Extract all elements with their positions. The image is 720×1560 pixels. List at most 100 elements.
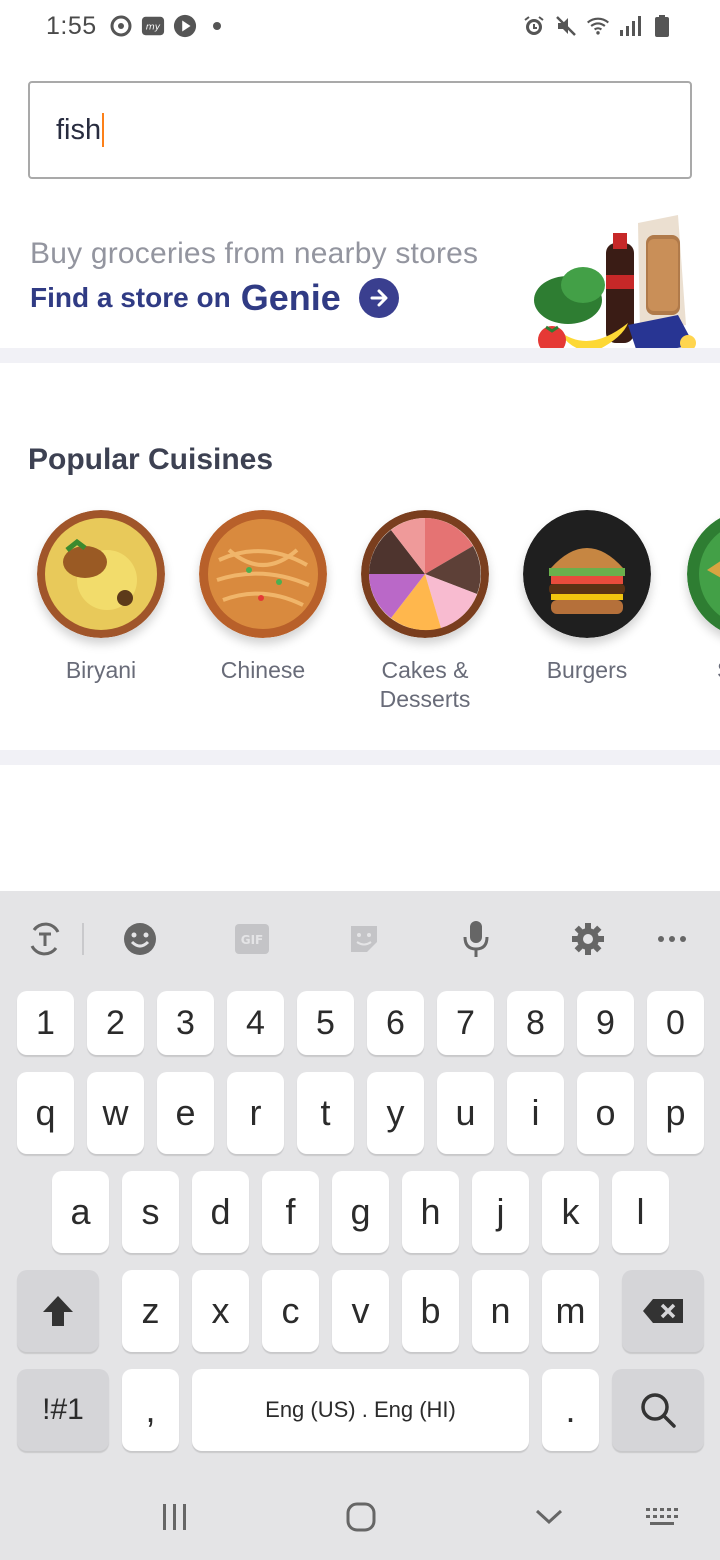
noodles-image [199, 510, 327, 638]
key-9[interactable]: 9 [577, 991, 634, 1055]
key-8[interactable]: 8 [507, 991, 564, 1055]
key-r[interactable]: r [227, 1072, 284, 1154]
search-action-key[interactable] [612, 1369, 704, 1451]
soft-keyboard: GIF 1 2 3 4 5 6 7 8 9 0 q w e r t y u i … [0, 891, 720, 1560]
key-0[interactable]: 0 [647, 991, 704, 1055]
toolbar-separator [82, 923, 84, 955]
arrow-right-icon[interactable] [358, 278, 399, 318]
translate-icon[interactable] [25, 919, 65, 959]
key-l[interactable]: l [612, 1171, 669, 1253]
cuisine-item-cakes-desserts[interactable]: Cakes & Desserts [355, 510, 495, 714]
recents-icon[interactable] [160, 1500, 190, 1534]
system-nav-bar [0, 1470, 720, 1560]
battery-icon [650, 14, 674, 38]
signal-icon [618, 14, 642, 38]
key-s[interactable]: s [122, 1171, 179, 1253]
symbols-key[interactable]: !#1 [17, 1369, 109, 1451]
backspace-icon [643, 1299, 683, 1323]
genie-banner[interactable]: Buy groceries from nearby stores Find a … [0, 205, 720, 355]
key-d[interactable]: d [192, 1171, 249, 1253]
swiggy-status-icon [109, 14, 133, 38]
key-n[interactable]: n [472, 1270, 529, 1352]
key-t[interactable]: t [297, 1072, 354, 1154]
key-c[interactable]: c [262, 1270, 319, 1352]
more-icon[interactable] [652, 919, 692, 959]
cuisine-carousel[interactable]: Biryani Chinese Cakes & Desserts Burgers… [0, 510, 720, 720]
key-p[interactable]: p [647, 1072, 704, 1154]
cakes-image [361, 510, 489, 638]
key-e[interactable]: e [157, 1072, 214, 1154]
cuisine-label: Burgers [546, 657, 628, 683]
backspace-key[interactable] [622, 1270, 704, 1352]
popular-cuisines-title: Popular Cuisines [28, 443, 274, 476]
shift-icon [43, 1296, 73, 1326]
search-input[interactable]: fish [28, 81, 692, 179]
wifi-icon [586, 14, 610, 38]
cuisine-label: S [679, 656, 720, 685]
key-z[interactable]: z [122, 1270, 179, 1352]
genie-banner-subtitle: Buy groceries from nearby stores [30, 237, 479, 270]
status-left-icons: my [109, 14, 229, 38]
comma-key[interactable]: , [122, 1369, 179, 1451]
section-divider [0, 348, 720, 363]
settings-icon[interactable] [568, 919, 608, 959]
section-divider [0, 750, 720, 765]
keyboard-toolbar: GIF [0, 891, 720, 987]
gif-icon[interactable]: GIF [232, 919, 272, 959]
key-4[interactable]: 4 [227, 991, 284, 1055]
keyboard-switch-icon[interactable] [644, 1500, 680, 1534]
key-h[interactable]: h [402, 1171, 459, 1253]
cuisine-label: Cakes & Desserts [379, 657, 471, 712]
mute-icon [554, 14, 578, 38]
alarm-icon [522, 14, 546, 38]
gif-label: GIF [241, 933, 264, 947]
key-w[interactable]: w [87, 1072, 144, 1154]
key-1[interactable]: 1 [17, 991, 74, 1055]
biryani-image [37, 510, 165, 638]
sticker-icon[interactable] [344, 919, 384, 959]
key-v[interactable]: v [332, 1270, 389, 1352]
cuisine-item-chinese[interactable]: Chinese [193, 510, 333, 685]
key-7[interactable]: 7 [437, 991, 494, 1055]
key-u[interactable]: u [437, 1072, 494, 1154]
dot-status-icon [205, 14, 229, 38]
key-x[interactable]: x [192, 1270, 249, 1352]
key-o[interactable]: o [577, 1072, 634, 1154]
search-icon [641, 1393, 676, 1428]
cuisine-label: Chinese [220, 657, 306, 683]
key-g[interactable]: g [332, 1171, 389, 1253]
genie-banner-cta[interactable]: Find a store on Genie [30, 277, 399, 319]
key-b[interactable]: b [402, 1270, 459, 1352]
cuisine-item-burgers[interactable]: Burgers [517, 510, 657, 685]
text-caret [102, 113, 105, 147]
key-5[interactable]: 5 [297, 991, 354, 1055]
key-2[interactable]: 2 [87, 991, 144, 1055]
key-m[interactable]: m [542, 1270, 599, 1352]
period-key[interactable]: . [542, 1369, 599, 1451]
key-j[interactable]: j [472, 1171, 529, 1253]
key-y[interactable]: y [367, 1072, 424, 1154]
status-time: 1:55 [46, 11, 97, 40]
key-k[interactable]: k [542, 1171, 599, 1253]
genie-brand: Genie [240, 277, 341, 318]
cuisine-item-partial[interactable]: S [679, 510, 720, 685]
status-right-icons [522, 14, 674, 38]
key-a[interactable]: a [52, 1171, 109, 1253]
mic-icon[interactable] [456, 919, 496, 959]
shift-key[interactable] [17, 1270, 99, 1352]
search-input-value: fish [56, 113, 102, 146]
key-q[interactable]: q [17, 1072, 74, 1154]
groceries-illustration [534, 215, 696, 355]
key-i[interactable]: i [507, 1072, 564, 1154]
emoji-icon[interactable] [120, 919, 160, 959]
key-6[interactable]: 6 [367, 991, 424, 1055]
svg-text:my: my [145, 22, 160, 33]
status-bar: 1:55 my [0, 0, 720, 52]
key-f[interactable]: f [262, 1171, 319, 1253]
home-icon[interactable] [346, 1500, 376, 1534]
key-3[interactable]: 3 [157, 991, 214, 1055]
cuisine-label: Biryani [65, 657, 137, 683]
back-icon[interactable] [534, 1500, 564, 1534]
cuisine-item-biryani[interactable]: Biryani [31, 510, 171, 685]
space-key[interactable]: Eng (US) . Eng (HI) [192, 1369, 529, 1451]
